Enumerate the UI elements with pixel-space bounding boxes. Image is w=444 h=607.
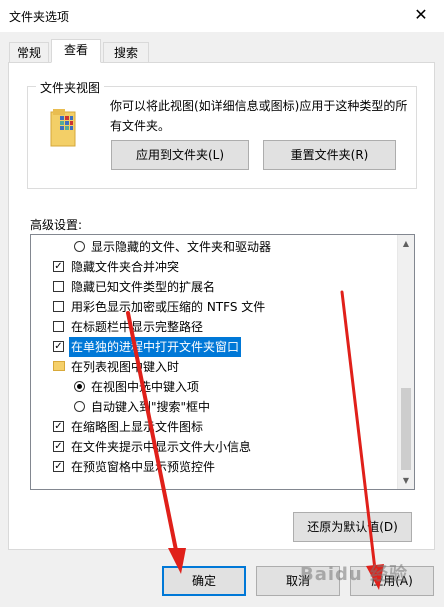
tab-view-label: 查看: [63, 43, 88, 57]
list-item-label: 在视图中选中键入项: [91, 380, 200, 394]
apply-to-folders-button[interactable]: 应用到文件夹(L): [111, 140, 249, 170]
scroll-up-icon[interactable]: ▲: [398, 235, 414, 252]
list-item-label: 在文件夹提示中显示文件大小信息: [71, 440, 252, 454]
list-item-label: 隐藏已知文件类型的扩展名: [71, 280, 216, 294]
list-item-label: 在预览窗格中显示预览控件: [71, 460, 216, 474]
list-item[interactable]: 用彩色显示加密或压缩的 NTFS 文件: [31, 297, 397, 317]
list-item-label: 自动键入到"搜索"框中: [91, 400, 211, 414]
window-title: 文件夹选项: [9, 10, 70, 24]
close-icon[interactable]: ✕: [404, 2, 438, 28]
tab-general[interactable]: 常规: [9, 42, 49, 63]
list-item-label: 用彩色显示加密或压缩的 NTFS 文件: [71, 300, 266, 314]
scrollbar-thumb[interactable]: [401, 388, 411, 470]
checkbox[interactable]: ✓: [53, 441, 64, 452]
checkbox[interactable]: ✓: [53, 461, 64, 472]
list-item-label: 在单独的进程中打开文件夹窗口: [69, 337, 242, 357]
list-item[interactable]: 在标题栏中显示完整路径: [31, 317, 397, 337]
list-item[interactable]: ✓ 在预览窗格中显示预览控件: [31, 457, 397, 477]
list-item[interactable]: 隐藏已知文件类型的扩展名: [31, 277, 397, 297]
vertical-scrollbar[interactable]: ▲ ▼: [397, 235, 414, 489]
list-item-label: 显示隐藏的文件、文件夹和驱动器: [91, 240, 272, 254]
list-item[interactable]: ✓ 在缩略图上显示文件图标: [31, 417, 397, 437]
list-item-label: 在标题栏中显示完整路径: [71, 320, 204, 334]
checkbox[interactable]: [53, 281, 64, 292]
radio-button[interactable]: [74, 401, 85, 412]
folder-views-title: 文件夹视图: [36, 79, 105, 96]
list-item-label: 在列表视图中键入时: [71, 360, 180, 374]
restore-defaults-button[interactable]: 还原为默认值(D): [293, 512, 412, 542]
list-item-selected[interactable]: ✓ 在单独的进程中打开文件夹窗口: [31, 337, 397, 357]
tab-view[interactable]: 查看: [51, 39, 101, 63]
list-item-label: 在缩略图上显示文件图标: [71, 420, 204, 434]
checkbox[interactable]: [53, 321, 64, 332]
list-item[interactable]: 在视图中选中键入项: [31, 377, 397, 397]
checkbox[interactable]: ✓: [53, 341, 64, 352]
reset-folders-button[interactable]: 重置文件夹(R): [263, 140, 396, 170]
radio-button[interactable]: [74, 241, 85, 252]
advanced-settings-list[interactable]: 显示隐藏的文件、文件夹和驱动器 ✓ 隐藏文件夹合并冲突 隐藏已知文件类型的扩展名…: [30, 234, 415, 490]
list-item-label: 隐藏文件夹合并冲突: [71, 260, 180, 274]
folder-icon: [53, 361, 65, 371]
list-item[interactable]: ✓ 在文件夹提示中显示文件大小信息: [31, 437, 397, 457]
radio-button[interactable]: [74, 381, 85, 392]
advanced-settings-label: 高级设置:: [30, 218, 83, 232]
folder-view-icon: [50, 109, 76, 147]
tab-search[interactable]: 搜索: [103, 42, 149, 63]
tab-general-label: 常规: [16, 46, 41, 60]
watermark: Baidu 经验: [300, 564, 409, 585]
scroll-down-icon[interactable]: ▼: [398, 472, 414, 489]
list-item[interactable]: ✓ 隐藏文件夹合并冲突: [31, 257, 397, 277]
checkbox[interactable]: ✓: [53, 421, 64, 432]
checkbox[interactable]: ✓: [53, 261, 64, 272]
ok-button[interactable]: 确定: [162, 566, 246, 596]
title-bar: 文件夹选项 ✕: [0, 0, 444, 32]
list-item: 在列表视图中键入时: [31, 357, 397, 377]
tab-search-label: 搜索: [113, 46, 138, 60]
checkbox[interactable]: [53, 301, 64, 312]
list-item[interactable]: 显示隐藏的文件、文件夹和驱动器: [31, 237, 397, 257]
list-item[interactable]: 自动键入到"搜索"框中: [31, 397, 397, 417]
folder-views-description: 你可以将此视图(如详细信息或图标)应用于这种类型的所有文件夹。: [110, 99, 408, 133]
